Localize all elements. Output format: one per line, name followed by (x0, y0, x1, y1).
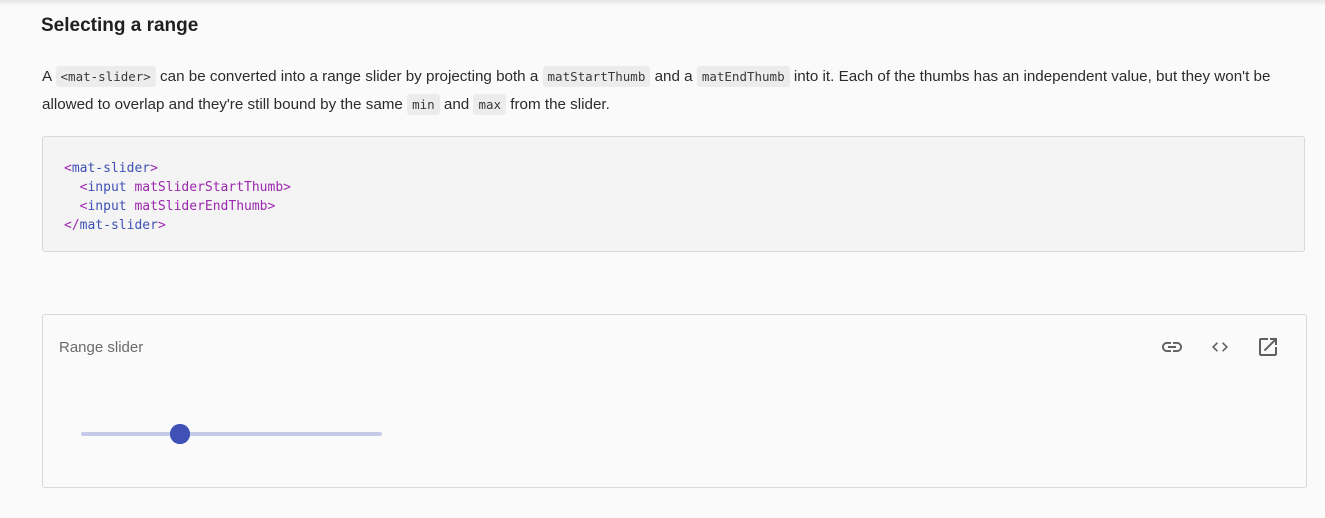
slider-end-thumb[interactable] (170, 424, 191, 444)
toolbar-shadow (0, 0, 1325, 6)
code-tag-name: input (87, 180, 127, 195)
code-line: <input matSliderEndThumb> (64, 199, 276, 214)
section-heading: Selecting a range (41, 15, 199, 36)
link-icon (1162, 342, 1182, 352)
code-icon (1212, 342, 1228, 352)
text-fragment: and a (650, 68, 697, 85)
code-tag-close: > (157, 218, 166, 233)
code-tag-name: input (87, 199, 127, 214)
example-viewer: Range slider (42, 314, 1307, 488)
code-tag-open: < (64, 199, 88, 214)
code-line: <mat-slider> (64, 161, 158, 176)
open-stackblitz-button[interactable] (1250, 335, 1286, 359)
code-attribute: matSliderStartThumb (126, 180, 284, 195)
inline-code: max (473, 94, 507, 115)
code-line: <input matSliderStartThumb> (64, 180, 291, 195)
code-line: </mat-slider> (64, 218, 166, 233)
code-block: <mat-slider> <input matSliderStartThumb>… (64, 159, 291, 235)
code-snippet: <mat-slider> <input matSliderStartThumb>… (42, 136, 1305, 252)
code-tag-close: > (283, 180, 291, 195)
view-code-button[interactable] (1202, 335, 1238, 359)
example-actions (1154, 335, 1286, 359)
text-fragment: can be converted into a range slider by … (155, 68, 543, 85)
inline-code: <mat-slider> (55, 66, 156, 87)
inline-code: matStartThumb (542, 66, 651, 87)
copy-link-button[interactable] (1154, 335, 1190, 359)
code-tag-close: > (150, 161, 158, 176)
inline-code: matEndThumb (696, 66, 790, 87)
code-attribute: matSliderEndThumb (126, 199, 268, 214)
code-tag-open: < (64, 161, 72, 176)
code-tag-close: > (267, 199, 276, 214)
text-fragment: from the slider. (506, 96, 610, 113)
code-tag-name: mat-slider (79, 218, 158, 233)
text-fragment: and (439, 96, 474, 113)
code-tag-open: </ (64, 218, 80, 233)
example-title: Range slider (59, 339, 144, 356)
code-tag-open: < (64, 180, 88, 195)
code-tag-name: mat-slider (71, 161, 151, 176)
slider-track (81, 432, 382, 436)
inline-code: min (407, 94, 440, 115)
open-in-new-icon (1259, 338, 1277, 356)
section-description: A <mat-slider> can be converted into a r… (42, 63, 1297, 119)
range-slider[interactable] (81, 420, 382, 448)
text-fragment: A (42, 68, 56, 85)
